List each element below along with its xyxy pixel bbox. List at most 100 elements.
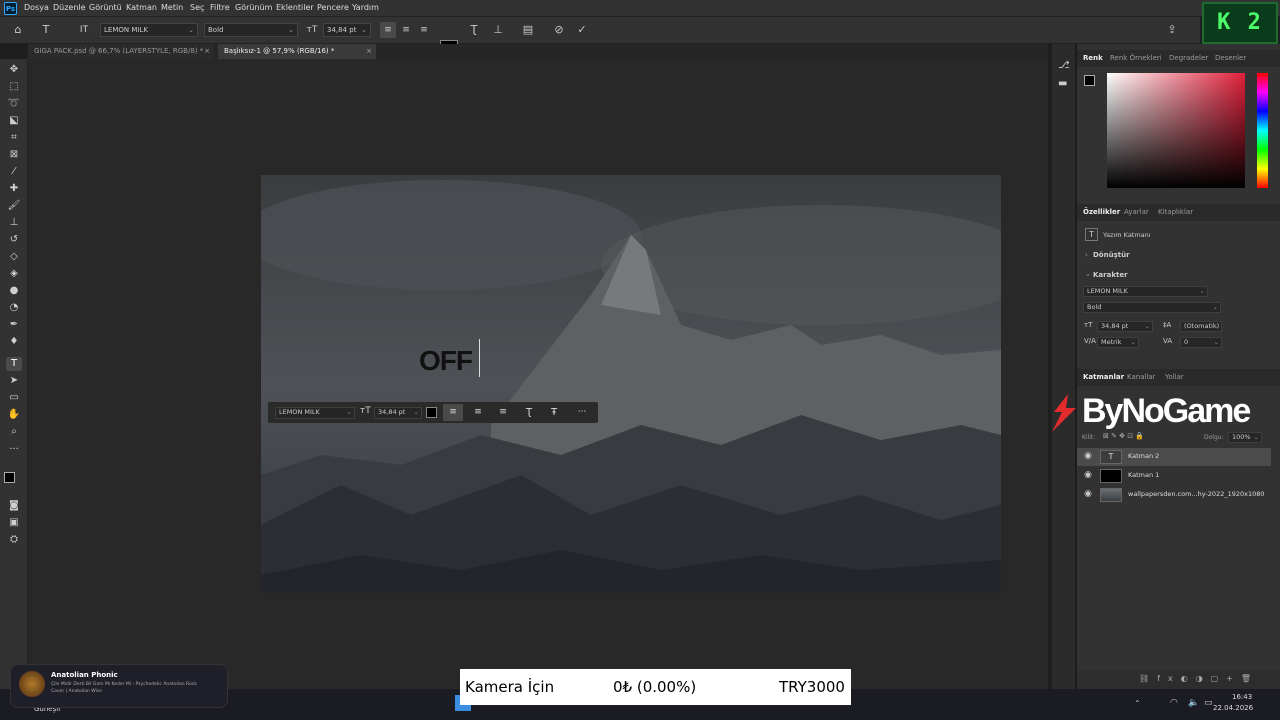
battery-icon[interactable]: ▭ [1204, 698, 1213, 708]
tab-color[interactable]: Renk [1083, 54, 1103, 62]
properties-size-field[interactable]: 34,84 pt ⌄ [1097, 321, 1153, 332]
frame-tool-icon[interactable]: ⊠ [6, 148, 22, 162]
clock-time[interactable]: 16:43 [1232, 693, 1252, 701]
share-icon[interactable]: ⇪ [1164, 22, 1180, 38]
marquee-tool-icon[interactable]: ⬚ [6, 80, 22, 94]
close-icon[interactable]: × [366, 44, 372, 59]
tray-chevron-icon[interactable]: ⌃ [1134, 699, 1141, 708]
tab-swatches[interactable]: Renk Örnekleri [1110, 54, 1162, 62]
comments-panel-icon[interactable]: ▬ [1058, 78, 1067, 89]
crop-tool-icon[interactable]: ⌗ [6, 131, 22, 145]
clone-stamp-icon[interactable]: ⊥ [6, 216, 22, 230]
eyedropper-tool-icon[interactable]: ⁄ [6, 165, 22, 179]
close-icon[interactable]: × [204, 44, 210, 59]
tab-giga-pack[interactable]: GIGA PACK.psd @ 66,7% (LAYERSTYLE, RGB/8… [28, 44, 214, 59]
history-brush-icon[interactable]: ↺ [6, 233, 22, 247]
pen-path-icon[interactable]: ♦ [6, 335, 22, 349]
zoom-tool-icon[interactable]: ⌕ [6, 425, 22, 439]
font-family-select[interactable]: LEMON MILK ⌄ [100, 23, 198, 37]
menu-image[interactable]: Görüntü [89, 3, 122, 12]
volume-icon[interactable]: 🔈 [1188, 698, 1199, 708]
character-section[interactable]: Karakter [1093, 271, 1128, 279]
eraser-tool-icon[interactable]: ◇ [6, 250, 22, 264]
object-selection-tool-icon[interactable]: ⬕ [6, 114, 22, 128]
align-center-icon[interactable]: ≡ [469, 404, 487, 421]
transform-section[interactable]: Dönüştür [1093, 251, 1130, 259]
document-canvas[interactable]: OFF [261, 175, 1001, 593]
menu-select[interactable]: Seç [190, 3, 204, 12]
foreground-color-swatch[interactable] [4, 472, 15, 483]
quick-mask-icon[interactable]: ◙ [6, 499, 22, 513]
screen-mode-icon[interactable]: ▣ [6, 516, 22, 530]
type-tool-icon[interactable]: T [6, 357, 22, 371]
tab-patterns[interactable]: Desenler [1215, 54, 1246, 62]
tab-layers[interactable]: Katmanlar [1083, 373, 1124, 381]
tab-untitled-1[interactable]: Başlıksız-1 @ 57,9% (RGB/16) * × [218, 44, 376, 59]
layer-row[interactable]: ◉ Katman 1 [1077, 467, 1271, 485]
align-right-icon[interactable]: ≡ [494, 404, 512, 421]
align-left-icon[interactable]: ≡ [443, 404, 463, 421]
menu-file[interactable]: Dosya [24, 3, 49, 12]
chevron-down-icon[interactable]: ⌄ [1085, 270, 1091, 278]
edit-toolbar-icon[interactable]: ⛭ [6, 533, 22, 547]
orientation-toggle-icon[interactable]: IT [76, 22, 92, 38]
menu-edit[interactable]: Düzenle [53, 3, 86, 12]
pen-tool-icon[interactable]: ✒ [6, 318, 22, 332]
align-left-icon[interactable]: ≡ [380, 22, 396, 38]
healing-brush-icon[interactable]: ✚ [6, 182, 22, 196]
menu-help[interactable]: Yardım [352, 3, 379, 12]
lasso-tool-icon[interactable]: ➰ [6, 97, 22, 111]
layer-row[interactable]: ◉ wallpapersden.com...hy-2022_1920x1080 [1077, 486, 1271, 504]
now-playing-card[interactable]: Anatolian Phonic Çile Mi̇dir Derti̇ Bi̇l… [10, 664, 228, 708]
blur-tool-icon[interactable]: ● [6, 284, 22, 298]
type-tool-preset-icon[interactable]: T [38, 22, 54, 38]
floating-color-swatch[interactable] [426, 407, 437, 418]
commit-check-icon[interactable]: ✓ [574, 22, 590, 38]
path-selection-icon[interactable]: ➤ [6, 374, 22, 388]
text-options-icon[interactable]: Ŧ [545, 404, 563, 421]
wifi-icon[interactable]: ◠ [1170, 698, 1178, 708]
font-size-select[interactable]: 34,84 pt ⌄ [323, 23, 371, 37]
properties-tracking-field[interactable]: 0 ⌄ [1180, 337, 1222, 348]
more-tools-icon[interactable]: ··· [6, 443, 22, 457]
warp-text-icon[interactable]: Ʈ [520, 404, 538, 421]
move-tool-icon[interactable]: ✥ [6, 63, 22, 77]
clock-date[interactable]: 22.04.2026 [1213, 704, 1253, 712]
panel-foreground-swatch[interactable] [1084, 75, 1095, 86]
rectangle-tool-icon[interactable]: ▭ [6, 391, 22, 405]
chevron-right-icon[interactable]: › [1085, 251, 1088, 259]
hue-slider[interactable] [1257, 73, 1268, 188]
history-panel-icon[interactable]: ⎇ [1058, 60, 1070, 71]
properties-leading-field[interactable]: (Otomatik) ⌄ [1180, 321, 1222, 332]
cancel-icon[interactable]: ⊘ [551, 22, 567, 38]
properties-kerning-field[interactable]: Metrik ⌄ [1097, 337, 1139, 348]
floating-size-select[interactable]: 34,84 pt ⌄ [374, 407, 422, 419]
tab-paths[interactable]: Yollar [1165, 373, 1184, 381]
menu-filter[interactable]: Filtre [210, 3, 230, 12]
eye-icon[interactable]: ◉ [1082, 469, 1094, 481]
properties-style-select[interactable]: Bold ⌄ [1083, 302, 1221, 313]
canvas-text-layer[interactable]: OFF [419, 345, 473, 377]
font-style-select[interactable]: Bold ⌄ [204, 23, 298, 37]
eye-icon[interactable]: ◉ [1082, 450, 1094, 462]
menu-layer[interactable]: Katman [126, 3, 157, 12]
brush-tool-icon[interactable]: 🖌 [6, 199, 22, 213]
color-picker-field[interactable] [1107, 73, 1245, 188]
tab-properties[interactable]: Özellikler [1083, 208, 1120, 216]
paint-bucket-icon[interactable]: ◈ [6, 267, 22, 281]
dodge-tool-icon[interactable]: ◔ [6, 301, 22, 315]
menu-plugins[interactable]: Eklentiler [276, 3, 314, 12]
menu-type[interactable]: Metin [161, 3, 183, 12]
align-right-icon[interactable]: ≡ [416, 22, 432, 38]
tab-gradients[interactable]: Degradeler [1169, 54, 1208, 62]
tab-adjustments[interactable]: Ayarlar [1124, 208, 1149, 216]
eye-icon[interactable]: ◉ [1082, 488, 1094, 500]
hand-tool-icon[interactable]: ✋ [6, 408, 22, 422]
character-panel-icon[interactable]: ▤ [520, 22, 536, 38]
menu-window[interactable]: Pencere [317, 3, 349, 12]
tab-channels[interactable]: Kanallar [1127, 373, 1156, 381]
home-icon[interactable]: ⌂ [10, 22, 26, 38]
tab-libraries[interactable]: Kitaplıklar [1158, 208, 1193, 216]
warp-text-icon[interactable]: Ʈ [466, 22, 482, 38]
align-center-icon[interactable]: ≡ [398, 22, 414, 38]
